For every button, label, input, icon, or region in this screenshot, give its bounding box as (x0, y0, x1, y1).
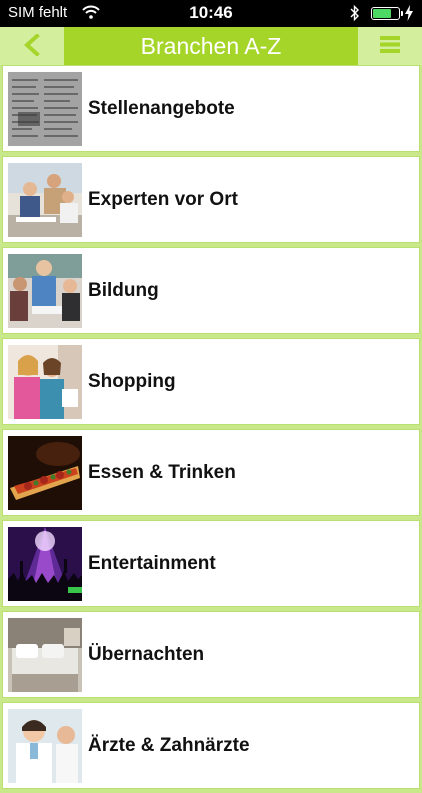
pizza-thumbnail (8, 436, 82, 510)
list-item-experten-vor-ort[interactable]: Experten vor Ort (2, 156, 420, 243)
hamburger-menu-icon (380, 36, 400, 56)
list-item-uebernachten[interactable]: Übernachten (2, 611, 420, 698)
list-item-label: Experten vor Ort (88, 189, 238, 210)
teacher-students-thumbnail (8, 254, 82, 328)
list-item-essen-trinken[interactable]: Essen & Trinken (2, 429, 420, 516)
charging-bolt-icon (405, 5, 413, 26)
list-item-bildung[interactable]: Bildung (2, 247, 420, 334)
navigation-bar: Branchen A-Z (0, 27, 422, 65)
bluetooth-icon (350, 4, 360, 27)
list-item-entertainment[interactable]: Entertainment (2, 520, 420, 607)
list-item-label: Bildung (88, 280, 159, 301)
list-item-label: Entertainment (88, 553, 216, 574)
hotel-bed-thumbnail (8, 618, 82, 692)
page-title: Branchen A-Z (140, 33, 282, 59)
chevron-left-icon (23, 32, 41, 59)
menu-button[interactable] (358, 27, 422, 65)
battery-level (373, 9, 391, 18)
list-item-label: Ärzte & Zahnärzte (88, 735, 250, 756)
business-meeting-thumbnail (8, 163, 82, 237)
battery-icon (371, 7, 400, 20)
doctor-thumbnail (8, 709, 82, 783)
back-button[interactable] (0, 27, 64, 65)
category-list: Stellenangebote Experten vor Ort Bildung… (0, 65, 422, 793)
list-item-aerzte-zahnaerzte[interactable]: Ärzte & Zahnärzte (2, 702, 420, 789)
list-item-label: Shopping (88, 371, 176, 392)
list-item-label: Übernachten (88, 644, 205, 665)
list-item-label: Essen & Trinken (88, 462, 236, 483)
concert-crowd-thumbnail (8, 527, 82, 601)
battery-tip (401, 11, 403, 16)
list-item-stellenangebote[interactable]: Stellenangebote (2, 65, 420, 152)
women-shopping-thumbnail (8, 345, 82, 419)
newspaper-thumbnail (8, 72, 82, 146)
list-item-label: Stellenangebote (88, 98, 235, 119)
status-bar: SIM fehlt 10:46 (0, 0, 422, 27)
list-item-shopping[interactable]: Shopping (2, 338, 420, 425)
